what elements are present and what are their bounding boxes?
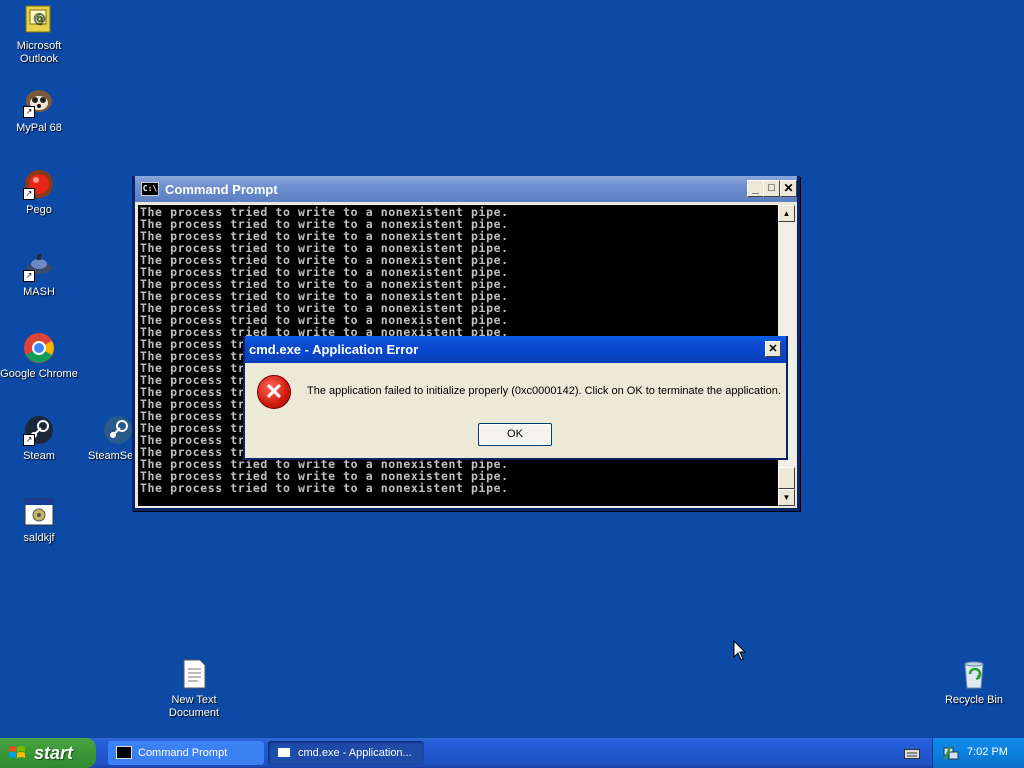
- desktop-icon-label: Microsoft Outlook: [16, 40, 62, 65]
- desktop-icon-recycle-bin[interactable]: Recycle Bin: [935, 658, 1013, 707]
- window-title: Command Prompt: [165, 181, 278, 197]
- system-tray: 7:02 PM: [932, 738, 1024, 768]
- shortcut-arrow-icon: ↗: [23, 188, 35, 200]
- svg-text:@: @: [33, 11, 45, 25]
- dialog-close-button[interactable]: ✕: [765, 341, 781, 357]
- shortcut-arrow-icon: ↗: [23, 434, 35, 446]
- recycle-bin-icon: [958, 658, 990, 690]
- clock[interactable]: 7:02 PM: [967, 746, 1008, 758]
- desktop-icon-label: Recycle Bin: [944, 694, 1004, 706]
- console-app-icon: [116, 746, 132, 759]
- start-button[interactable]: start: [0, 738, 96, 768]
- desktop-icon-pego[interactable]: ↗ Pego: [0, 168, 78, 217]
- mash-icon: ↗: [23, 250, 55, 282]
- shortcut-arrow-icon: ↗: [23, 270, 35, 282]
- keyboard-icon[interactable]: [904, 747, 920, 759]
- outlook-icon: @: [23, 4, 55, 36]
- maximize-button[interactable]: □: [763, 180, 780, 197]
- taskbar: start Command Prompt cmd.exe - Applicati…: [0, 738, 1024, 768]
- shortcut-arrow-icon: ↗: [23, 106, 35, 118]
- desktop-icon-mash[interactable]: ↗ MASH: [0, 250, 78, 299]
- console-app-icon: C:\: [141, 182, 159, 196]
- desktop-icon-label: New Text Document: [168, 694, 220, 719]
- console-line: The process tried to write to a nonexist…: [140, 481, 509, 495]
- desktop-icon-label: Steam: [23, 450, 55, 462]
- taskbar-button-application-error[interactable]: cmd.exe - Application...: [268, 741, 424, 765]
- dialog-titlebar[interactable]: cmd.exe - Application Error ✕: [245, 336, 786, 363]
- error-icon: ✕: [257, 375, 291, 409]
- program-icon: [23, 496, 55, 528]
- chrome-icon: [23, 332, 55, 364]
- desktop-icon-label: Google Chrome: [0, 368, 78, 380]
- dialog-message: The application failed to initialize pro…: [307, 385, 781, 397]
- scroll-thumb[interactable]: [778, 467, 795, 489]
- desktop-icon-mypal[interactable]: ↗ MyPal 68: [0, 86, 78, 135]
- window-titlebar[interactable]: C:\ Command Prompt _ □ ✕: [135, 176, 797, 202]
- mypal-icon: ↗: [23, 86, 55, 118]
- text-document-icon: [178, 658, 210, 690]
- close-button[interactable]: ✕: [780, 180, 797, 197]
- desktop-icon-chrome[interactable]: Google Chrome: [0, 332, 78, 381]
- minimize-button[interactable]: _: [747, 180, 764, 197]
- desktop-icon-label: saldkjf: [23, 532, 55, 544]
- taskbar-button-command-prompt[interactable]: Command Prompt: [108, 741, 264, 765]
- ok-button[interactable]: OK: [478, 423, 552, 446]
- scroll-up-button[interactable]: ▲: [778, 205, 795, 222]
- desktop-icon-saldkjf[interactable]: saldkjf: [0, 496, 78, 545]
- scroll-down-button[interactable]: ▼: [778, 489, 795, 506]
- network-icon[interactable]: [943, 745, 959, 761]
- desktop-icon-outlook[interactable]: @ Microsoft Outlook: [0, 4, 78, 66]
- taskbar-button-label: Command Prompt: [138, 747, 228, 759]
- window-app-icon: [276, 746, 292, 759]
- desktop-icon-label: MyPal 68: [16, 122, 62, 134]
- desktop-icon-new-text-document[interactable]: New Text Document: [155, 658, 233, 720]
- start-label: start: [34, 743, 74, 763]
- application-error-dialog[interactable]: cmd.exe - Application Error ✕ ✕ The appl…: [243, 336, 788, 460]
- mouse-cursor-icon: [733, 640, 747, 661]
- desktop-icon-label: Pego: [26, 204, 52, 216]
- dialog-title: cmd.exe - Application Error: [249, 342, 419, 357]
- steam-setup-icon: [102, 414, 134, 446]
- pego-icon: ↗: [23, 168, 55, 200]
- desktop-icon-label: MASH: [23, 286, 55, 298]
- steam-icon: ↗: [23, 414, 55, 446]
- desktop-icon-steam[interactable]: ↗ Steam: [0, 414, 78, 463]
- taskbar-button-label: cmd.exe - Application...: [298, 747, 412, 759]
- windows-logo-icon: [9, 746, 25, 758]
